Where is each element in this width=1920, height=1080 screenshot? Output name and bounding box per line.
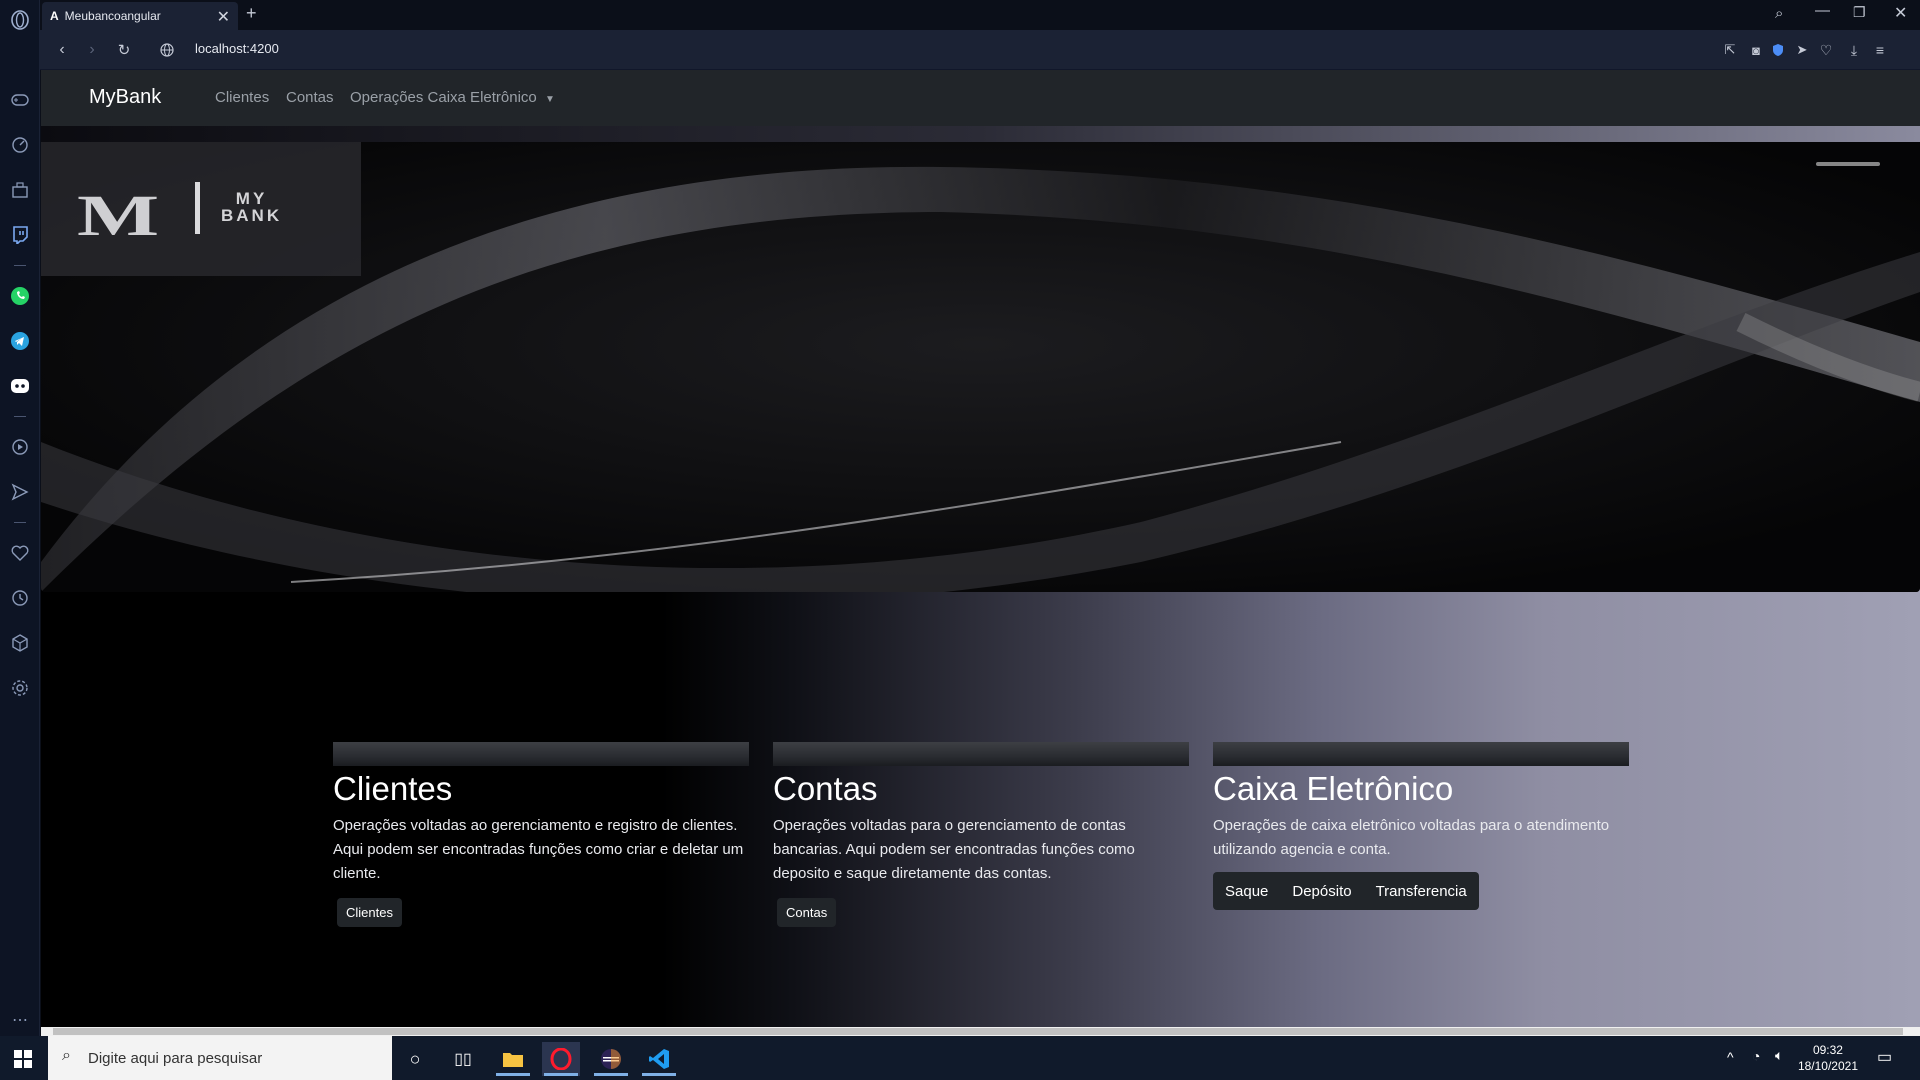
nav-link-contas[interactable]: Contas: [286, 89, 334, 106]
scrollbar-thumb[interactable]: [53, 1028, 1903, 1035]
settings-gear-icon[interactable]: [8, 676, 32, 700]
camera-icon[interactable]: ◙: [1746, 40, 1766, 60]
clock-date: 18/10/2021: [1797, 1059, 1858, 1073]
active-indicator: [642, 1073, 676, 1076]
reload-icon[interactable]: ↻: [114, 40, 134, 60]
share-icon[interactable]: ⇱: [1720, 40, 1740, 60]
card-description: Operações voltadas ao gerenciamento e re…: [333, 817, 744, 882]
whatsapp-icon[interactable]: [8, 284, 32, 308]
vscode-icon[interactable]: [640, 1042, 678, 1076]
tab-strip: A Meubancoangular ✕ + ⌕ — ❐ ✕: [40, 0, 1920, 30]
search-tabs-icon[interactable]: ⌕: [1775, 5, 1783, 22]
search-placeholder: Digite aqui para pesquisar: [88, 1049, 263, 1067]
speed-dial-icon[interactable]: [8, 133, 32, 157]
browser-tab[interactable]: A Meubancoangular ✕: [42, 2, 238, 30]
active-indicator: [496, 1073, 530, 1076]
search-icon: ⌕: [62, 1047, 71, 1064]
download-icon[interactable]: ⤓: [1844, 40, 1864, 60]
gamepad-icon[interactable]: [8, 88, 32, 112]
nav-dropdown-caixa[interactable]: Operações Caixa Eletrônico ▼: [350, 89, 555, 106]
active-indicator: [594, 1073, 628, 1076]
card-title: Caixa Eletrônico: [1213, 770, 1454, 807]
opera-menu-icon[interactable]: [8, 8, 32, 32]
logo-divider: [195, 182, 200, 234]
site-navbar: MyBank Clientes Contas Operações Caixa E…: [41, 70, 1920, 126]
clientes-button[interactable]: Clientes: [337, 898, 402, 927]
vpn-shield-icon[interactable]: [1768, 40, 1788, 60]
card-title: Clientes: [333, 770, 453, 807]
close-tab-icon[interactable]: ✕: [217, 7, 230, 27]
contas-button[interactable]: Contas: [777, 898, 837, 927]
restore-icon[interactable]: ❐: [1853, 4, 1866, 21]
extensions-icon[interactable]: [8, 631, 32, 655]
caixa-button-group: Saque Depósito Transferencia: [1213, 872, 1479, 910]
opera-taskbar-icon[interactable]: [542, 1042, 580, 1076]
card-title: Contas: [773, 770, 878, 807]
card-image-bar: [773, 742, 1189, 766]
browser-sidebar: ⋯: [0, 0, 40, 1036]
card-caixa-eletronico: Caixa Eletrônico Operações de caixa elet…: [1213, 742, 1629, 910]
windows-start-icon[interactable]: [4, 1042, 42, 1076]
logo-text-line1: MY: [235, 189, 268, 208]
back-icon[interactable]: ‹: [52, 40, 72, 60]
windows-taskbar: ⌕ Digite aqui para pesquisar ○ ▯▯ ^ ◔ 🔈︎…: [0, 1036, 1920, 1080]
heart-icon[interactable]: ♡: [1816, 40, 1836, 60]
transferencia-button[interactable]: Transferencia: [1364, 883, 1479, 900]
address-bar: ‹ › ↻ localhost:4200 ⇱ ◙ ➤ ♡ ⤓ ≡: [40, 30, 1920, 70]
watermark-icon: [1816, 160, 1880, 171]
twitch-icon[interactable]: [8, 223, 32, 247]
nav-link-clientes[interactable]: Clientes: [215, 89, 269, 106]
card-contas: Contas Operações voltadas para o gerenci…: [773, 742, 1189, 927]
logo-letter: M: [77, 183, 163, 248]
saque-button[interactable]: Saque: [1213, 883, 1280, 900]
card-description: Operações voltadas para o gerenciamento …: [773, 817, 1135, 882]
navbar-separator: [41, 126, 1920, 142]
taskbar-clock[interactable]: 09:32 18/10/2021: [1798, 1042, 1858, 1074]
network-icon[interactable]: ◔: [1752, 1048, 1760, 1064]
send-icon[interactable]: [8, 480, 32, 504]
forward-icon[interactable]: ›: [82, 40, 102, 60]
chevron-up-icon[interactable]: ^: [1727, 1049, 1734, 1065]
logo-text: MY BANK: [221, 190, 282, 224]
nav-dropdown-label: Operações Caixa Eletrônico: [350, 89, 537, 106]
tab-title: Meubancoangular: [64, 9, 161, 23]
clock-time: 09:32: [1812, 1043, 1843, 1057]
player-icon[interactable]: [8, 435, 32, 459]
volume-icon[interactable]: 🔈︎: [1775, 1047, 1783, 1064]
url-field[interactable]: localhost:4200: [195, 41, 279, 56]
task-view-icon[interactable]: ▯▯: [444, 1042, 482, 1076]
page-viewport: MyBank Clientes Contas Operações Caixa E…: [41, 70, 1920, 1027]
active-indicator: [544, 1073, 578, 1076]
close-window-icon[interactable]: ✕: [1894, 3, 1907, 23]
angular-favicon-icon: A: [50, 9, 59, 23]
heart-icon[interactable]: [8, 541, 32, 565]
brand-link[interactable]: MyBank: [89, 86, 161, 109]
caret-down-icon: ▼: [544, 94, 555, 105]
card-image-bar: [1213, 742, 1629, 766]
globe-icon: [157, 40, 177, 60]
logo-text-line2: BANK: [221, 206, 283, 225]
send-icon[interactable]: ➤: [1792, 40, 1812, 60]
file-explorer-icon[interactable]: [494, 1042, 532, 1076]
card-image-bar: [333, 742, 749, 766]
history-icon[interactable]: [8, 586, 32, 610]
menu-icon[interactable]: ≡: [1870, 40, 1890, 60]
more-icon[interactable]: ⋯: [8, 1008, 32, 1032]
card-description: Operações de caixa eletrônico voltadas p…: [1213, 817, 1610, 858]
deposito-button[interactable]: Depósito: [1280, 883, 1363, 900]
minimize-icon[interactable]: —: [1815, 2, 1830, 19]
telegram-icon[interactable]: [8, 329, 32, 353]
notifications-icon[interactable]: ▭: [1877, 1047, 1892, 1067]
cortana-icon[interactable]: ○: [396, 1042, 434, 1076]
logo-panel: M MY BANK: [41, 142, 361, 276]
new-tab-icon[interactable]: +: [246, 3, 257, 24]
hero-banner: M MY BANK: [41, 142, 1920, 592]
taskbar-search-input[interactable]: ⌕ Digite aqui para pesquisar: [48, 1036, 392, 1080]
eclipse-icon[interactable]: [592, 1042, 630, 1076]
card-clientes: Clientes Operações voltadas ao gerenciam…: [333, 742, 749, 927]
briefcase-icon[interactable]: [8, 178, 32, 202]
discord-icon[interactable]: [8, 374, 32, 398]
horizontal-scrollbar[interactable]: [41, 1027, 1920, 1036]
